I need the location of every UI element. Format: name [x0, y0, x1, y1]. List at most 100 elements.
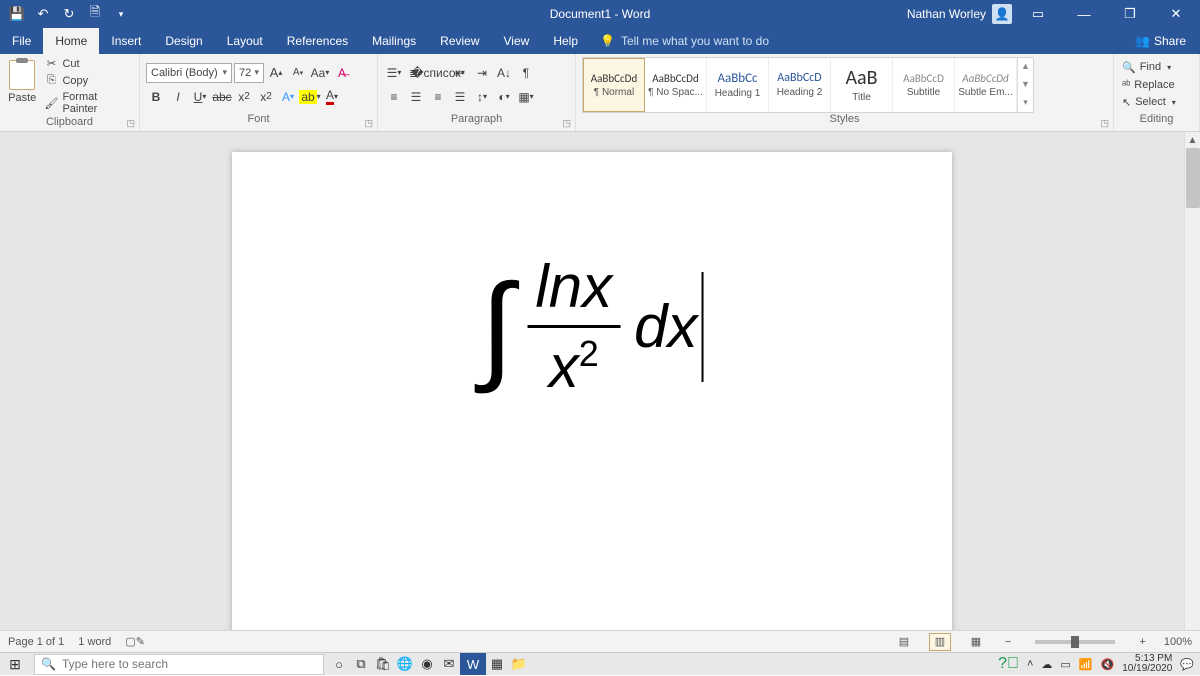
style-heading-1[interactable]: AaBbCcHeading 1	[707, 58, 769, 112]
underline-button[interactable]: U▾	[190, 87, 210, 107]
style-subtitle[interactable]: AaBbCcDSubtitle	[893, 58, 955, 112]
find-button[interactable]: 🔍Find▾	[1120, 60, 1178, 75]
wifi-tray-icon[interactable]: 📶	[1079, 658, 1093, 671]
subscript-button[interactable]: x2	[234, 87, 254, 107]
taskbar-app-chrome[interactable]: ◉	[416, 653, 438, 675]
shrink-font-button[interactable]: A▾	[288, 63, 308, 83]
grow-font-button[interactable]: A▴	[266, 63, 286, 83]
change-case-button[interactable]: Aa▾	[310, 63, 330, 83]
tab-home[interactable]: Home	[43, 28, 99, 54]
strikethrough-button[interactable]: abc	[212, 87, 232, 107]
superscript-button[interactable]: x2	[256, 87, 276, 107]
paste-button[interactable]: Paste	[6, 58, 38, 114]
scroll-thumb[interactable]	[1186, 148, 1200, 208]
close-button[interactable]: ✕	[1156, 0, 1196, 28]
share-button[interactable]: 👥 Share	[1121, 28, 1200, 54]
zoom-out-button[interactable]: −	[1001, 636, 1015, 648]
tab-mailings[interactable]: Mailings	[360, 28, 428, 54]
zoom-slider[interactable]	[1035, 640, 1115, 644]
shading-button[interactable]: ◐▾	[494, 87, 514, 107]
italic-button[interactable]: I	[168, 87, 188, 107]
start-button[interactable]: ⊞	[0, 653, 30, 676]
tab-design[interactable]: Design	[153, 28, 214, 54]
page-indicator[interactable]: Page 1 of 1	[8, 636, 64, 648]
cortana-button[interactable]: ○	[328, 653, 350, 675]
qat-customize-button[interactable]: ▾	[110, 3, 132, 25]
zoom-level[interactable]: 100%	[1164, 636, 1192, 648]
taskbar-app-edge[interactable]: 🌐	[394, 653, 416, 675]
borders-button[interactable]: ▦▾	[516, 87, 536, 107]
equation-object[interactable]: ∫ lnx x2 dx	[481, 252, 704, 401]
taskbar-app-word[interactable]: W	[460, 653, 486, 675]
align-right-button[interactable]: ≡	[428, 87, 448, 107]
taskbar-clock[interactable]: 5:13 PM 10/19/2020	[1122, 654, 1172, 675]
style---normal[interactable]: AaBbCcDd¶ Normal	[583, 58, 645, 112]
tab-help[interactable]: Help	[541, 28, 590, 54]
task-view-button[interactable]: ⧉	[350, 653, 372, 675]
tab-review[interactable]: Review	[428, 28, 491, 54]
read-mode-button[interactable]: ▤	[893, 633, 915, 651]
taskbar-search[interactable]: 🔍 Type here to search	[34, 654, 324, 675]
text-effects-button[interactable]: A▾	[278, 87, 298, 107]
font-launcher[interactable]: ◳	[364, 118, 373, 129]
line-spacing-button[interactable]: ↕▾	[472, 87, 492, 107]
maximize-button[interactable]: ❐	[1110, 0, 1150, 28]
multilevel-list-button[interactable]: �список▾	[428, 63, 448, 83]
onedrive-tray-icon[interactable]: ☁	[1041, 658, 1052, 671]
font-name-combo[interactable]: Calibri (Body)▾	[146, 63, 232, 83]
tab-file[interactable]: File	[0, 28, 43, 54]
highlight-button[interactable]: ab▾	[300, 87, 320, 107]
tab-insert[interactable]: Insert	[99, 28, 153, 54]
styles-gallery[interactable]: AaBbCcDd¶ NormalAaBbCcDd¶ No Spac...AaBb…	[582, 57, 1034, 113]
style-subtle-em---[interactable]: AaBbCcDdSubtle Em...	[955, 58, 1017, 112]
redo-button[interactable]: ↻	[58, 3, 80, 25]
styles-more-button[interactable]: ▲▼▾	[1017, 58, 1033, 112]
word-count[interactable]: 1 word	[78, 636, 111, 648]
undo-button[interactable]: ↶	[32, 3, 54, 25]
save-button[interactable]: 💾	[6, 3, 28, 25]
styles-launcher[interactable]: ◳	[1100, 118, 1109, 129]
taskbar-app-calculator[interactable]: ▦	[486, 653, 508, 675]
format-painter-button[interactable]: 🖌Format Painter	[42, 90, 133, 116]
tab-view[interactable]: View	[492, 28, 542, 54]
decrease-indent-button[interactable]: ⇤	[450, 63, 470, 83]
align-center-button[interactable]: ☰	[406, 87, 426, 107]
taskbar-app-explorer[interactable]: 📁	[508, 653, 530, 675]
tell-me-search[interactable]: 💡 Tell me what you want to do	[590, 28, 779, 54]
help-tray-icon[interactable]: ?⃝	[998, 655, 1019, 673]
minimize-button[interactable]: —	[1064, 0, 1104, 28]
sort-button[interactable]: A↓	[494, 63, 514, 83]
notifications-tray-icon[interactable]: 💬	[1180, 658, 1194, 671]
select-button[interactable]: ↖Select▾	[1120, 95, 1178, 110]
style-title[interactable]: AaBTitle	[831, 58, 893, 112]
taskbar-app-store[interactable]: 🛍	[372, 653, 394, 675]
replace-button[interactable]: ᵃᵇReplace	[1120, 78, 1178, 92]
page[interactable]: ∫ lnx x2 dx	[232, 152, 952, 652]
web-layout-button[interactable]: ▦	[965, 633, 987, 651]
account-button[interactable]: Nathan Worley 👤	[907, 4, 1012, 24]
show-marks-button[interactable]: ¶	[516, 63, 536, 83]
font-size-combo[interactable]: 72▾	[234, 63, 264, 83]
scroll-up-button[interactable]: ▲	[1185, 132, 1200, 148]
bullets-button[interactable]: ☰▾	[384, 63, 404, 83]
increase-indent-button[interactable]: ⇥	[472, 63, 492, 83]
spellcheck-button[interactable]: ▢✎	[125, 635, 145, 648]
clipboard-launcher[interactable]: ◳	[126, 118, 135, 129]
cut-button[interactable]: ✂Cut	[42, 56, 133, 71]
font-color-button[interactable]: A▾	[322, 87, 342, 107]
battery-tray-icon[interactable]: ▭	[1060, 658, 1070, 671]
print-preview-button[interactable]: 🗎	[84, 3, 106, 25]
volume-tray-icon[interactable]: 🔇	[1101, 658, 1115, 671]
print-layout-button[interactable]: ▥	[929, 633, 951, 651]
document-area[interactable]: ∫ lnx x2 dx	[0, 132, 1184, 652]
zoom-in-button[interactable]: +	[1135, 636, 1149, 648]
taskbar-app-mail[interactable]: ✉	[438, 653, 460, 675]
zoom-slider-thumb[interactable]	[1071, 636, 1079, 648]
tray-chevron-icon[interactable]: ˄	[1027, 658, 1033, 670]
ribbon-display-options-button[interactable]: ▭	[1018, 0, 1058, 28]
style-heading-2[interactable]: AaBbCcDHeading 2	[769, 58, 831, 112]
justify-button[interactable]: ☰	[450, 87, 470, 107]
clear-formatting-button[interactable]: A̶	[332, 63, 352, 83]
tab-layout[interactable]: Layout	[215, 28, 275, 54]
align-left-button[interactable]: ≡	[384, 87, 404, 107]
